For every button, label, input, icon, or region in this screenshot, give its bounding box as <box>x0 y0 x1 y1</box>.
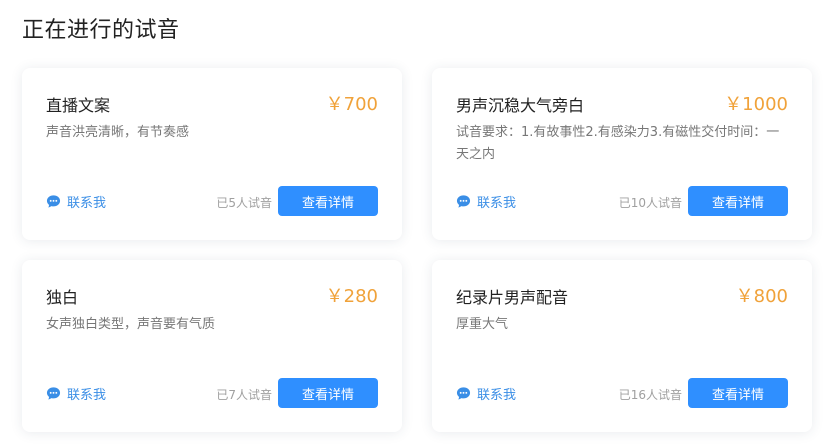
audition-count: 已7人试音 <box>216 388 272 402</box>
contact-me-link[interactable]: 联系我 <box>456 192 516 211</box>
audition-count: 已16人试音 <box>618 388 682 402</box>
card-description: 试音要求：1.有故事性2.有感染力3.有磁性交付时间：一天之内 <box>456 125 780 162</box>
card-description: 厚重大气 <box>456 317 509 332</box>
view-details-button[interactable]: 查看详情 <box>278 186 378 216</box>
page-title: 正在进行的试音 <box>22 18 180 43</box>
contact-me-link[interactable]: 联系我 <box>46 192 106 211</box>
card-title: 男声沉稳大气旁白 <box>456 96 585 115</box>
view-details-button[interactable]: 查看详情 <box>688 378 788 408</box>
audition-card: 男声沉稳大气旁白 ￥1000 试音要求：1.有故事性2.有感染力3.有磁性交付时… <box>432 68 812 240</box>
chat-bubble-icon <box>456 195 471 208</box>
card-price: ￥700 <box>325 94 378 115</box>
view-details-button[interactable]: 查看详情 <box>278 378 378 408</box>
card-description: 女声独白类型，声音要有气质 <box>46 317 216 332</box>
card-title: 直播文案 <box>46 96 111 115</box>
view-details-button[interactable]: 查看详情 <box>688 186 788 216</box>
contact-label: 联系我 <box>477 196 517 211</box>
audition-count: 已10人试音 <box>618 196 682 210</box>
card-price: ￥1000 <box>724 94 788 115</box>
audition-count: 已5人试音 <box>216 196 272 210</box>
contact-me-link[interactable]: 联系我 <box>46 384 106 403</box>
contact-me-link[interactable]: 联系我 <box>456 384 516 403</box>
card-price: ￥280 <box>325 286 378 307</box>
chat-bubble-icon <box>46 195 61 208</box>
contact-label: 联系我 <box>477 388 517 403</box>
card-price: ￥800 <box>735 286 788 307</box>
card-description: 声音洪亮清晰，有节奏感 <box>46 125 190 140</box>
contact-label: 联系我 <box>67 196 107 211</box>
audition-card: 纪录片男声配音 ￥800 厚重大气 联系我 已16人试音 查看详情 <box>432 260 812 432</box>
contact-label: 联系我 <box>67 388 107 403</box>
chat-bubble-icon <box>46 387 61 400</box>
audition-card-grid: 直播文案 ￥700 声音洪亮清晰，有节奏感 联系我 已5人试音 查看详情 男声沉… <box>22 68 812 432</box>
chat-bubble-icon <box>456 387 471 400</box>
audition-card: 独白 ￥280 女声独白类型，声音要有气质 联系我 已7人试音 查看详情 <box>22 260 402 432</box>
audition-card: 直播文案 ￥700 声音洪亮清晰，有节奏感 联系我 已5人试音 查看详情 <box>22 68 402 240</box>
card-title: 纪录片男声配音 <box>456 288 569 307</box>
card-title: 独白 <box>46 288 79 307</box>
